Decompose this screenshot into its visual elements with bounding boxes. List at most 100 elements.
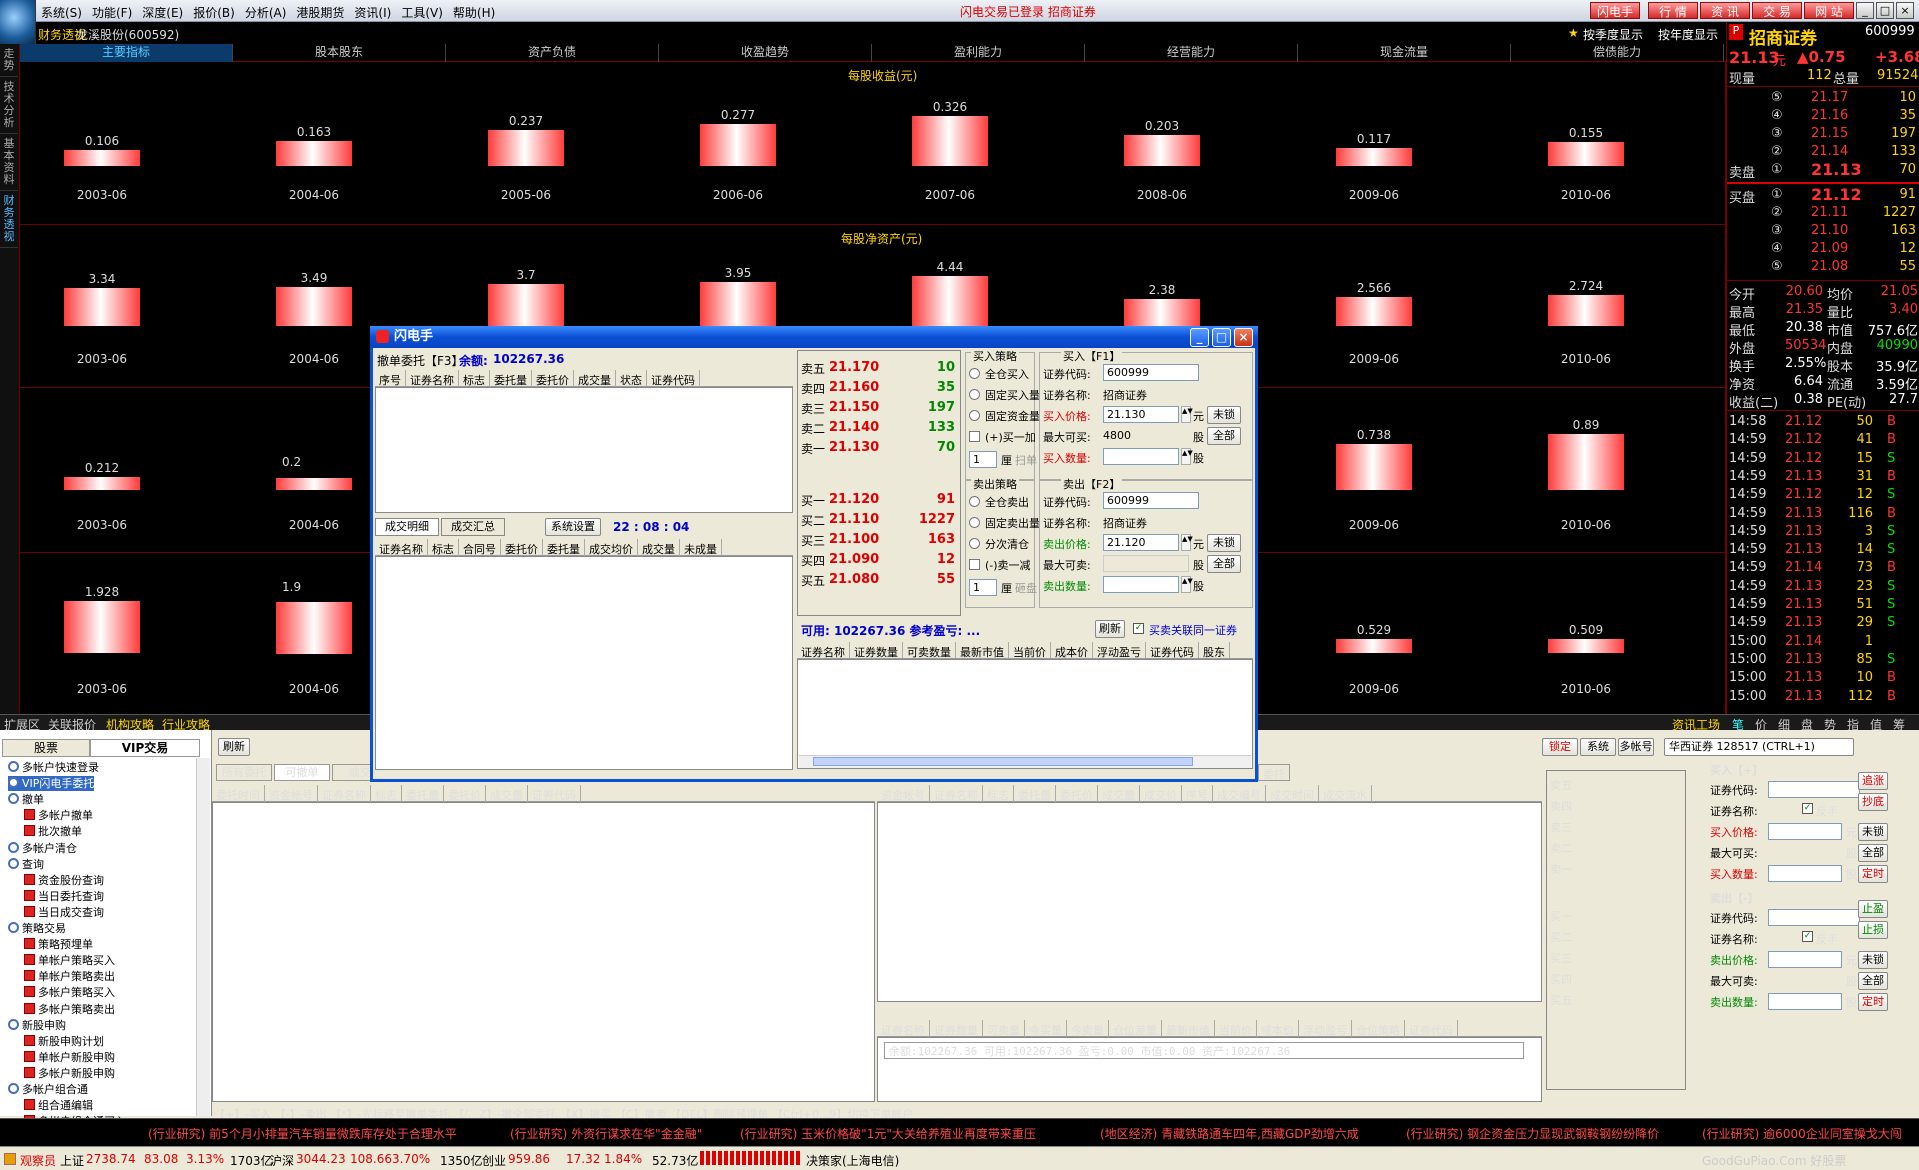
side-tab-1[interactable]: 技术分析 xyxy=(0,77,18,134)
buy-opt-radio-1[interactable] xyxy=(969,389,980,400)
ticker-item-4[interactable]: (行业研究) 钢企资金压力显现武钢鞍钢纷纷降价 xyxy=(1406,1125,1659,1142)
nav-item-9[interactable]: 当日成交查询 xyxy=(24,905,104,920)
dsell-dall-button[interactable]: 全部 xyxy=(1207,555,1241,573)
dsell-dunlock-button[interactable]: 未锁 xyxy=(1207,534,1241,552)
f10-tab-4[interactable]: 盈利能力 xyxy=(872,44,1085,62)
nav-item-16[interactable]: 新股申购 xyxy=(8,1018,66,1033)
sell-qty-input[interactable] xyxy=(1768,993,1842,1010)
sell-opt-radio-0[interactable] xyxy=(969,496,980,507)
menu-item-1[interactable]: 功能(F) xyxy=(87,0,137,22)
menu-item-8[interactable]: 帮助(H) xyxy=(448,0,500,22)
dsell-dprice-spin[interactable]: ▲▼ xyxy=(1181,534,1193,551)
menu-item-5[interactable]: 港股期货 xyxy=(291,0,349,22)
refresh-button[interactable]: 刷新 xyxy=(218,738,250,756)
dlg-tab-0[interactable]: 成交明细 xyxy=(375,518,439,536)
sell-lot-input[interactable]: 1 xyxy=(969,579,997,596)
maximize-icon[interactable]: □ xyxy=(1876,2,1894,19)
dialog-maximize-icon[interactable]: □ xyxy=(1212,328,1231,347)
buy-qty-input[interactable] xyxy=(1768,865,1842,882)
f10-tab-1[interactable]: 股本股东 xyxy=(233,44,446,62)
ticker-item-2[interactable]: (行业研究) 玉米价格破"1元"大关给养殖业再度带来重压 xyxy=(740,1125,1036,1142)
buy-unlock-button[interactable]: 未锁 xyxy=(1858,823,1888,841)
menu-item-7[interactable]: 工具(V) xyxy=(396,0,448,22)
menu-item-2[interactable]: 深度(E) xyxy=(137,0,188,22)
sell-unlock-button[interactable]: 未锁 xyxy=(1858,951,1888,969)
sell-price-input[interactable] xyxy=(1768,951,1842,968)
ticker-item-3[interactable]: (地区经济) 青藏铁路通车四年,西藏GDP劲增六成 xyxy=(1100,1125,1359,1142)
annual-button[interactable]: 按年度显示 xyxy=(1658,26,1718,43)
nav-item-11[interactable]: 策略预埋单 xyxy=(24,937,93,952)
f10-tab-7[interactable]: 偿债能力 xyxy=(1511,44,1724,62)
dbuy-dcode-input[interactable]: 600999 xyxy=(1103,364,1199,381)
side-sell-0[interactable]: 止盈 xyxy=(1858,900,1888,918)
nav-item-8[interactable]: 当日委托查询 xyxy=(24,889,104,904)
nav-item-6[interactable]: 查询 xyxy=(8,857,44,872)
f10-tab-0[interactable]: 主要指标 xyxy=(20,44,233,62)
buy-all-button[interactable]: 全部 xyxy=(1858,844,1888,862)
side-tab-0[interactable]: 走势 xyxy=(0,44,18,77)
buy-lot-input[interactable]: 1 xyxy=(969,451,997,468)
dbuy-dprice-input[interactable]: 21.130 xyxy=(1103,406,1179,423)
dbuy-dunlock-button[interactable]: 未锁 xyxy=(1207,406,1241,424)
ticker-item-1[interactable]: (行业研究) 外资行谋求在华"金金融" xyxy=(510,1125,702,1142)
nav-item-7[interactable]: 资金股份查询 xyxy=(24,873,104,888)
buy-timed-button[interactable]: 定时 xyxy=(1858,865,1888,883)
nav-item-19[interactable]: 多帐户新股申购 xyxy=(24,1066,115,1081)
system-settings-button[interactable]: 系统设置 xyxy=(545,518,601,536)
nav-item-18[interactable]: 单帐户新股申购 xyxy=(24,1050,115,1065)
dialog-title-bar[interactable]: 闪电手 _ □ × xyxy=(370,326,1258,348)
reverse-checkbox-buy[interactable]: ✓ xyxy=(1802,803,1813,814)
dlg-hscroll-thumb[interactable] xyxy=(813,757,1193,766)
toolbar-button-2[interactable]: 多帐号 xyxy=(1618,738,1654,756)
side-sell-1[interactable]: 止损 xyxy=(1858,921,1888,939)
nav-item-2[interactable]: 撤单 xyxy=(8,792,44,807)
dbuy-dqty-spin[interactable]: ▲▼ xyxy=(1181,448,1193,465)
nav-item-4[interactable]: 批次撤单 xyxy=(24,824,82,839)
nav-scrollbar[interactable] xyxy=(196,758,210,1116)
account-select[interactable]: 华西证券 128517 (CTRL+1) xyxy=(1664,738,1854,756)
nav-item-0[interactable]: 多帐户快速登录 xyxy=(8,760,99,775)
order-tab-0[interactable]: 所有委托 xyxy=(216,764,272,781)
top-button-3[interactable]: 交 易 xyxy=(1752,2,1802,19)
sell-opt-radio-3[interactable] xyxy=(969,559,980,570)
f10-tab-2[interactable]: 资产负债 xyxy=(446,44,659,62)
f10-tab-6[interactable]: 现金流量 xyxy=(1298,44,1511,62)
f10-tab-3[interactable]: 收盈趋势 xyxy=(659,44,872,62)
menu-item-0[interactable]: 系统(S) xyxy=(36,0,87,22)
nav-item-20[interactable]: 多帐户组合通 xyxy=(8,1082,88,1097)
nav-item-10[interactable]: 策略交易 xyxy=(8,921,66,936)
side-buy-1[interactable]: 抄底 xyxy=(1858,793,1888,811)
top-button-1[interactable]: 行 情 xyxy=(1648,2,1698,19)
dsell-dprice-input[interactable]: 21.120 xyxy=(1103,534,1179,551)
menu-item-3[interactable]: 报价(B) xyxy=(188,0,240,22)
nav-item-14[interactable]: 多帐户策略买入 xyxy=(24,985,115,1000)
nav-item-15[interactable]: 多帐户策略卖出 xyxy=(24,1002,115,1017)
top-button-4[interactable]: 网 站 xyxy=(1804,2,1854,19)
buy-price-input[interactable] xyxy=(1768,823,1842,840)
ticker-item-last[interactable]: (行业研究) 逾6000企业同室操戈大闯 xyxy=(1702,1125,1902,1142)
nav-tab-vip[interactable]: VIP交易 xyxy=(90,739,200,757)
dialog-close-icon[interactable]: × xyxy=(1234,328,1253,347)
minimize-icon[interactable]: _ xyxy=(1856,2,1874,19)
dialog-minimize-icon[interactable]: _ xyxy=(1190,328,1209,347)
sell-all-button[interactable]: 全部 xyxy=(1858,972,1888,990)
dsell-dcode-input[interactable]: 600999 xyxy=(1103,492,1199,509)
f10-tab-5[interactable]: 经营能力 xyxy=(1085,44,1298,62)
buy-opt-radio-3[interactable] xyxy=(969,431,980,442)
dbuy-dqty-input[interactable] xyxy=(1103,448,1179,465)
top-button-2[interactable]: 资 讯 xyxy=(1700,2,1750,19)
quarterly-button[interactable]: 按季度显示 xyxy=(1583,26,1643,43)
nav-item-17[interactable]: 新股申购计划 xyxy=(24,1034,104,1049)
dlg-refresh-button[interactable]: 刷新 xyxy=(1095,620,1125,638)
dbuy-dprice-spin[interactable]: ▲▼ xyxy=(1181,406,1193,423)
nav-item-5[interactable]: 多帐户清仓 xyxy=(8,841,77,856)
link-checkbox[interactable]: ✓ xyxy=(1133,623,1144,634)
nav-item-1[interactable]: VIP闪电手委托 xyxy=(8,776,95,792)
nav-item-21[interactable]: 组合通编辑 xyxy=(24,1098,93,1113)
order-tab-1[interactable]: 可撤单 xyxy=(274,764,330,781)
dlg-tab-1[interactable]: 成交汇总 xyxy=(441,518,505,536)
buy-code-input[interactable] xyxy=(1768,781,1860,798)
toolbar-button-1[interactable]: 系统 xyxy=(1580,738,1616,756)
ticker-item-0[interactable]: (行业研究) 前5个月小排量汽车销量微跌库存处于合理水平 xyxy=(148,1125,457,1142)
nav-item-12[interactable]: 单帐户策略买入 xyxy=(24,953,115,968)
